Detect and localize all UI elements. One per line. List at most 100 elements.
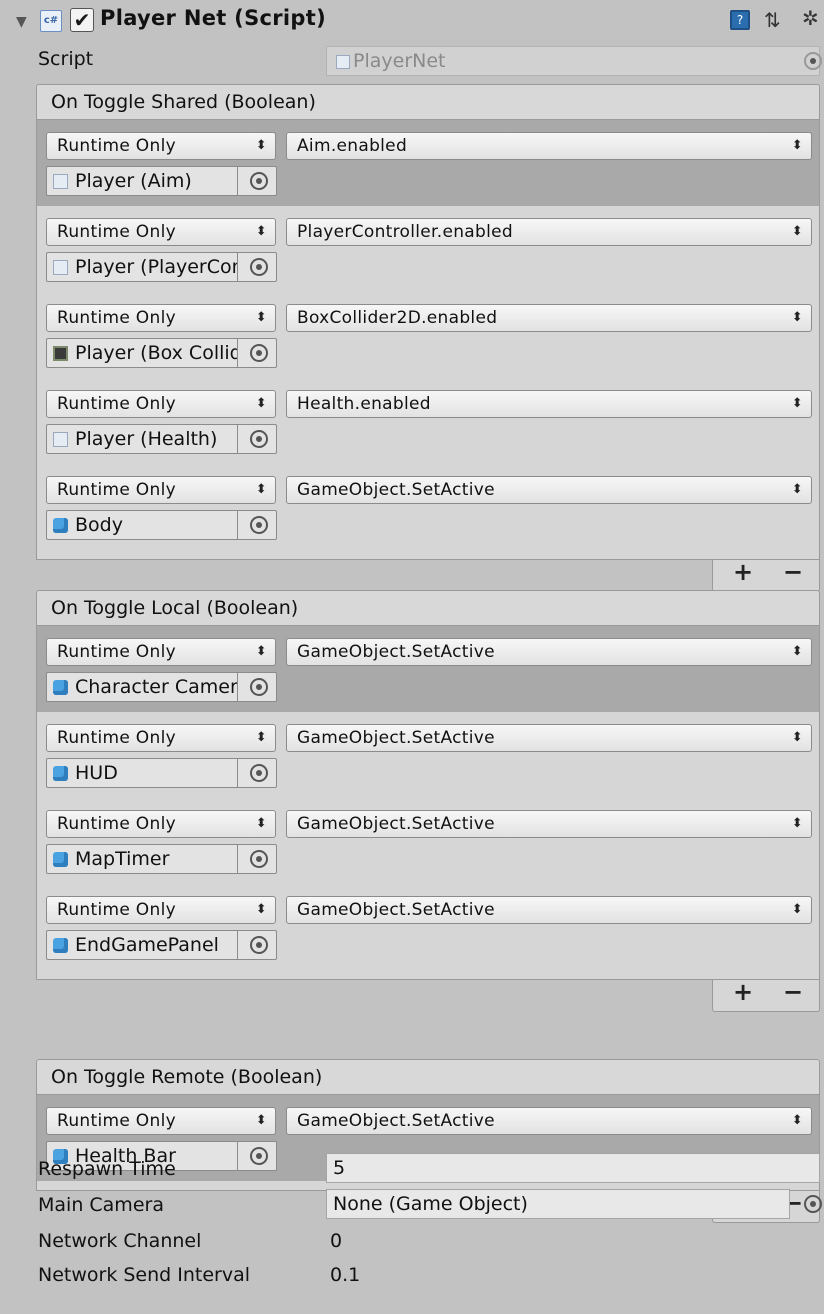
target-object-field[interactable]: Character Camera [46, 672, 238, 702]
gameobject-icon [53, 938, 68, 953]
function-label: Aim.enabled [297, 136, 408, 156]
target-object-field[interactable]: MapTimer [46, 844, 238, 874]
dropdown-arrows-icon: ⬍ [791, 482, 803, 497]
runtime-mode-dropdown[interactable]: Runtime Only ⬍ [46, 132, 276, 160]
main-camera-label: Main Camera [38, 1194, 164, 1216]
dropdown-arrows-icon: ⬍ [255, 310, 267, 325]
network-send-interval-value[interactable]: 0.1 [330, 1264, 360, 1286]
runtime-mode-label: Runtime Only [57, 394, 176, 414]
box-collider-icon [53, 346, 68, 361]
gameobject-icon [53, 766, 68, 781]
function-dropdown[interactable]: GameObject.SetActive ⬍ [286, 810, 812, 838]
object-picker-button[interactable] [237, 930, 277, 960]
dropdown-arrows-icon: ⬍ [255, 730, 267, 745]
runtime-mode-dropdown[interactable]: Runtime Only ⬍ [46, 1107, 276, 1135]
target-object-label: Player (PlayerController) [75, 256, 237, 278]
function-label: GameObject.SetActive [297, 1111, 495, 1131]
gear-icon[interactable]: ✲ [802, 6, 819, 30]
event-list-header: On Toggle Remote (Boolean) [36, 1059, 820, 1095]
target-object-field[interactable]: HUD [46, 758, 238, 788]
add-entry-button[interactable]: + [733, 978, 753, 1006]
dropdown-arrows-icon: ⬍ [255, 396, 267, 411]
runtime-mode-dropdown[interactable]: Runtime Only ⬍ [46, 390, 276, 418]
target-object-field[interactable]: Player (PlayerController) [46, 252, 238, 282]
runtime-mode-dropdown[interactable]: Runtime Only ⬍ [46, 476, 276, 504]
main-camera-value: None (Game Object) [333, 1193, 528, 1215]
target-object-field[interactable]: Player (Health) [46, 424, 238, 454]
event-list-header: On Toggle Shared (Boolean) [36, 84, 820, 120]
object-picker-button[interactable] [237, 338, 277, 368]
function-dropdown[interactable]: Aim.enabled ⬍ [286, 132, 812, 160]
function-label: PlayerController.enabled [297, 222, 513, 242]
object-picker-button[interactable] [237, 166, 277, 196]
list-add-remove-footer: +− [712, 978, 820, 1012]
dropdown-arrows-icon: ⬍ [791, 138, 803, 153]
network-send-interval-label: Network Send Interval [38, 1264, 251, 1286]
dropdown-arrows-icon: ⬍ [791, 730, 803, 745]
runtime-mode-label: Runtime Only [57, 1111, 176, 1131]
object-picker-button[interactable] [237, 844, 277, 874]
target-object-field[interactable]: Player (Aim) [46, 166, 238, 196]
target-object-label: Character Camera [75, 676, 238, 698]
remove-entry-button[interactable]: − [783, 558, 803, 586]
help-icon[interactable]: ? [730, 10, 750, 30]
object-picker-icon [250, 936, 268, 954]
object-picker-button[interactable] [237, 510, 277, 540]
object-picker-icon [250, 678, 268, 696]
runtime-mode-dropdown[interactable]: Runtime Only ⬍ [46, 218, 276, 246]
runtime-mode-dropdown[interactable]: Runtime Only ⬍ [46, 896, 276, 924]
main-camera-picker-icon[interactable] [804, 1195, 822, 1213]
runtime-mode-label: Runtime Only [57, 642, 176, 662]
target-object-field[interactable]: EndGamePanel [46, 930, 238, 960]
target-object-label: Player (Health) [75, 428, 218, 450]
function-dropdown[interactable]: GameObject.SetActive ⬍ [286, 476, 812, 504]
function-dropdown[interactable]: GameObject.SetActive ⬍ [286, 896, 812, 924]
dropdown-arrows-icon: ⬍ [255, 1113, 267, 1128]
function-dropdown[interactable]: GameObject.SetActive ⬍ [286, 638, 812, 666]
function-dropdown[interactable]: Health.enabled ⬍ [286, 390, 812, 418]
main-camera-field[interactable]: None (Game Object) [326, 1189, 790, 1219]
object-picker-icon [250, 1147, 268, 1165]
target-object-field[interactable]: Body [46, 510, 238, 540]
target-object-label: Player (Box Collider 2D) [75, 342, 237, 364]
dropdown-arrows-icon: ⬍ [255, 902, 267, 917]
object-picker-icon [250, 764, 268, 782]
function-dropdown[interactable]: GameObject.SetActive ⬍ [286, 1107, 812, 1135]
dropdown-arrows-icon: ⬍ [255, 138, 267, 153]
object-picker-button[interactable] [237, 672, 277, 702]
foldout-arrow-icon[interactable]: ▼ [16, 14, 27, 30]
target-object-label: MapTimer [75, 848, 170, 870]
respawn-time-label: Respawn Time [38, 1158, 176, 1180]
function-label: Health.enabled [297, 394, 431, 414]
target-object-field[interactable]: Player (Box Collider 2D) [46, 338, 238, 368]
object-picker-button[interactable] [237, 758, 277, 788]
presets-icon[interactable]: ⇅ [764, 8, 781, 32]
runtime-mode-dropdown[interactable]: Runtime Only ⬍ [46, 724, 276, 752]
csharp-script-icon: c# [40, 10, 62, 32]
dropdown-arrows-icon: ⬍ [791, 396, 803, 411]
component-title: Player Net (Script) [100, 6, 326, 30]
respawn-time-field[interactable]: 5 [326, 1153, 820, 1183]
runtime-mode-dropdown[interactable]: Runtime Only ⬍ [46, 810, 276, 838]
object-picker-button[interactable] [237, 424, 277, 454]
remove-entry-button[interactable]: − [783, 978, 803, 1006]
object-picker-button[interactable] [237, 1141, 277, 1171]
runtime-mode-dropdown[interactable]: Runtime Only ⬍ [46, 304, 276, 332]
add-entry-button[interactable]: + [733, 558, 753, 586]
script-file-icon [336, 55, 350, 69]
network-channel-value[interactable]: 0 [330, 1230, 342, 1252]
object-picker-button[interactable] [237, 252, 277, 282]
dropdown-arrows-icon: ⬍ [791, 644, 803, 659]
function-label: GameObject.SetActive [297, 814, 495, 834]
function-dropdown[interactable]: PlayerController.enabled ⬍ [286, 218, 812, 246]
function-label: GameObject.SetActive [297, 480, 495, 500]
respawn-time-value: 5 [333, 1157, 346, 1179]
function-label: GameObject.SetActive [297, 728, 495, 748]
gameobject-icon [53, 852, 68, 867]
dropdown-arrows-icon: ⬍ [791, 310, 803, 325]
function-dropdown[interactable]: BoxCollider2D.enabled ⬍ [286, 304, 812, 332]
runtime-mode-dropdown[interactable]: Runtime Only ⬍ [46, 638, 276, 666]
dropdown-arrows-icon: ⬍ [791, 816, 803, 831]
function-dropdown[interactable]: GameObject.SetActive ⬍ [286, 724, 812, 752]
component-enabled-checkbox[interactable]: ✔ [70, 8, 94, 32]
